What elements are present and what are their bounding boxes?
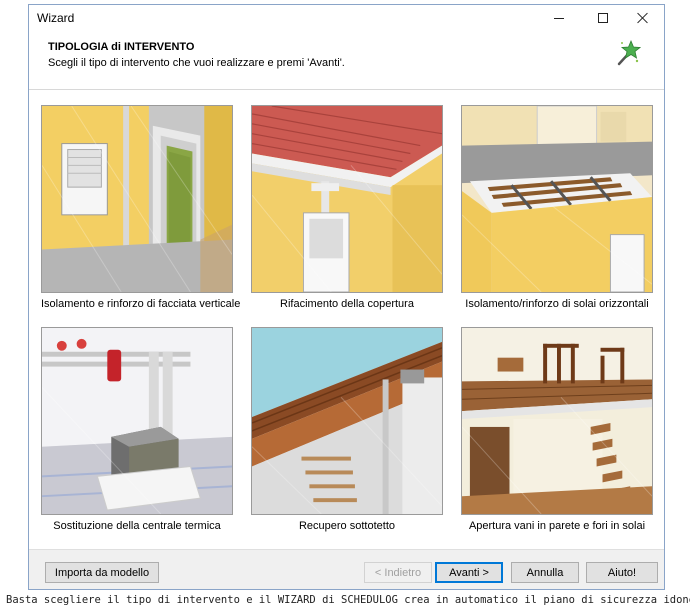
option-label: Rifacimento della copertura <box>280 298 414 310</box>
close-button[interactable] <box>621 5 665 31</box>
attic-illustration <box>251 327 443 515</box>
title-bar: Wizard <box>29 5 664 31</box>
heating-illustration <box>41 327 233 515</box>
option-label: Sostituzione della centrale termica <box>53 520 221 532</box>
next-button[interactable]: Avanti > <box>435 562 503 583</box>
option-wall-openings[interactable]: Apertura vani in parete e fori in solai <box>461 327 653 532</box>
header-title: TIPOLOGIA di INTERVENTO <box>48 41 195 53</box>
minimize-icon <box>554 17 564 19</box>
window-title: Wizard <box>37 11 75 25</box>
floor-illustration <box>461 105 653 293</box>
option-heating-replacement[interactable]: Sostituzione della centrale termica <box>41 327 233 532</box>
minimize-button[interactable] <box>537 5 581 31</box>
facade-illustration <box>41 105 233 293</box>
option-attic-recovery[interactable]: Recupero sottotetto <box>251 327 443 532</box>
back-button[interactable]: < Indietro <box>364 562 432 583</box>
wizard-header: TIPOLOGIA di INTERVENTO Scegli il tipo d… <box>29 31 664 90</box>
maximize-button[interactable] <box>581 5 625 31</box>
import-from-model-button[interactable]: Importa da modello <box>45 562 159 583</box>
option-label: Apertura vani in parete e fori in solai <box>468 520 646 532</box>
button-bar: Importa da modello < Indietro Avanti > A… <box>29 549 664 589</box>
magic-wand-icon <box>617 39 641 66</box>
maximize-icon <box>598 13 608 23</box>
cancel-button[interactable]: Annulla <box>511 562 579 583</box>
header-subtitle: Scegli il tipo di intervento che vuoi re… <box>48 57 345 69</box>
help-button[interactable]: Aiuto! <box>586 562 658 583</box>
wizard-window: Wizard TIPOLOGIA di INTERVENTO Scegli il… <box>28 4 665 590</box>
openings-illustration <box>461 327 653 515</box>
option-label: Isolamento e rinforzo di facciata vertic… <box>41 298 241 310</box>
option-roof-renovation[interactable]: Rifacimento della copertura <box>251 105 443 310</box>
option-label: Recupero sottotetto <box>298 520 395 532</box>
page-caption: Basta scegliere il tipo di intervento e … <box>6 594 690 606</box>
option-floor-insulation[interactable]: Isolamento/rinforzo di solai orizzontali <box>461 105 653 310</box>
options-grid: Isolamento e rinforzo di facciata vertic… <box>29 91 664 549</box>
option-facade-insulation[interactable]: Isolamento e rinforzo di facciata vertic… <box>41 105 241 310</box>
roof-illustration <box>251 105 443 293</box>
option-label: Isolamento/rinforzo di solai orizzontali <box>465 298 649 310</box>
close-icon <box>637 12 649 24</box>
